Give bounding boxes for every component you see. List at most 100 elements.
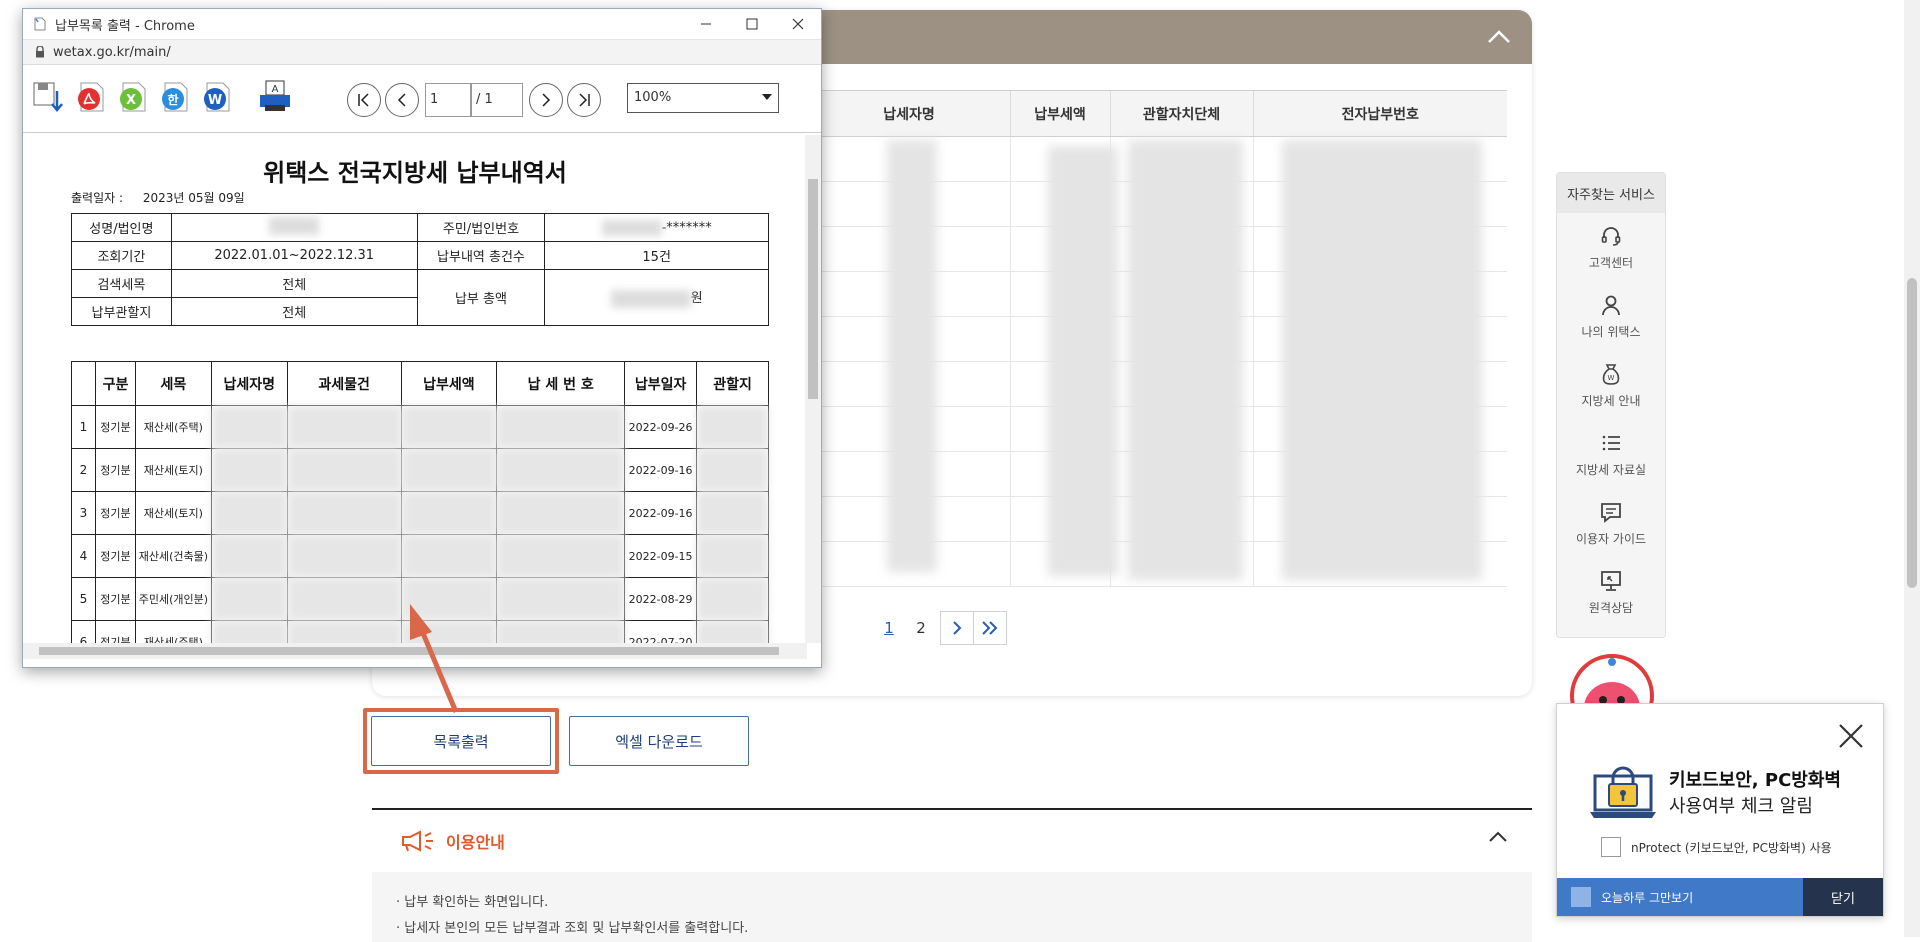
chevron-up-icon[interactable] — [1486, 24, 1512, 50]
first-page-button[interactable] — [347, 83, 381, 117]
row-type: 정기분 — [94, 448, 136, 492]
pagination: 1 2 — [876, 611, 1007, 645]
total-value-cell: 원 — [544, 269, 769, 326]
document-vertical-scrollbar[interactable] — [805, 135, 821, 643]
nprotect-notice-popup: 키보드보안, PC방화벽 사용여부 체크 알림 nProtect (키보드보안,… — [1556, 703, 1884, 917]
close-icon[interactable] — [1837, 722, 1865, 750]
svg-text:W: W — [208, 93, 222, 108]
dont-show-today-label: 오늘하루 그만보기 — [1601, 890, 1694, 905]
last-page-button[interactable] — [567, 83, 601, 117]
row-taxpayer — [210, 534, 288, 578]
row-tax: 재산세(주택) — [134, 405, 212, 449]
highlight-box: 목록출력 — [363, 708, 559, 774]
money-bag-icon: W — [1602, 364, 1620, 385]
page-1-link[interactable]: 1 — [876, 619, 902, 637]
nprotect-footer: 오늘하루 그만보기 닫기 — [1557, 878, 1883, 916]
close-icon — [792, 18, 804, 30]
excel-icon[interactable]: X — [115, 79, 151, 115]
document-horizontal-scrollbar[interactable] — [23, 643, 807, 659]
dont-show-today-button[interactable]: 오늘하루 그만보기 — [1557, 878, 1803, 916]
printer-icon[interactable]: A — [257, 79, 293, 115]
word-icon[interactable]: W — [199, 79, 235, 115]
th-no — [71, 361, 96, 406]
total-label: 납부 총액 — [416, 269, 546, 326]
page-scrollbar-thumb[interactable] — [1907, 278, 1917, 588]
th-tax-number: 납 세 번 호 — [496, 361, 626, 406]
row-no: 4 — [71, 534, 96, 578]
document-scrollbar-thumb[interactable] — [808, 179, 818, 399]
window-close-button[interactable] — [775, 9, 821, 39]
next-page-button[interactable] — [529, 83, 563, 117]
zoom-select[interactable]: 100% — [627, 83, 779, 113]
th-epay-number: 전자납부번호 — [1252, 90, 1507, 137]
quick-services-title: 자주찾는 서비스 — [1557, 173, 1665, 213]
detail-row: 2 정기분 재산세(토지) 2022-09-16 — [71, 448, 769, 492]
row-jurisdiction — [696, 491, 769, 535]
period-value: 2022.01.01~2022.12.31 — [170, 241, 418, 270]
quick-item-local-tax-library[interactable]: 지방세 자료실 — [1557, 420, 1665, 489]
quick-item-user-guide[interactable]: 이용자 가이드 — [1557, 489, 1665, 558]
hwp-icon[interactable]: 한 — [157, 79, 193, 115]
pdf-icon[interactable] — [73, 79, 109, 115]
redacted-total — [610, 289, 691, 308]
minimize-icon — [701, 23, 711, 25]
row-no: 3 — [71, 491, 96, 535]
quick-item-local-tax-guide[interactable]: W 지방세 안내 — [1557, 351, 1665, 420]
nprotect-checkbox[interactable] — [1601, 837, 1621, 857]
row-jurisdiction — [696, 534, 769, 578]
row-object — [286, 405, 402, 449]
double-chevron-right-icon — [982, 621, 998, 635]
save-download-icon[interactable] — [31, 79, 67, 115]
quick-item-customer-center[interactable]: 고객센터 — [1557, 213, 1665, 282]
detail-row: 6 정기분 재산세(주택) 2022-07-20 — [71, 620, 769, 643]
jurisdiction-value: 전체 — [170, 297, 418, 326]
list-icon — [1602, 435, 1620, 451]
quick-item-remote-support[interactable]: 원격상담 — [1557, 558, 1665, 627]
row-tax-number — [496, 491, 626, 535]
last-page-button[interactable] — [973, 611, 1007, 645]
last-page-icon — [579, 93, 590, 107]
dont-show-today-checkbox[interactable] — [1571, 887, 1591, 907]
row-amount — [400, 577, 498, 621]
usage-guide-section: 이용안내 · 납부 확인하는 화면입니다. · 납세자 본인의 모든 납부결과 … — [372, 808, 1532, 942]
next-page-button[interactable] — [940, 611, 974, 645]
print-date-label: 출력일자 : — [71, 191, 124, 205]
prev-page-button[interactable] — [385, 83, 419, 117]
nprotect-close-button[interactable]: 닫기 — [1803, 878, 1883, 916]
usage-guide-header[interactable]: 이용안내 — [372, 810, 1532, 872]
row-pay-date: 2022-09-16 — [624, 491, 698, 535]
document-hscrollbar-thumb[interactable] — [39, 647, 779, 655]
row-type: 정기분 — [94, 491, 136, 535]
row-amount — [400, 405, 498, 449]
quick-item-my-wetax[interactable]: 나의 위택스 — [1557, 282, 1665, 351]
row-taxpayer — [210, 405, 288, 449]
minimize-button[interactable] — [683, 9, 729, 39]
usage-guide-title: 이용안내 — [446, 833, 505, 852]
count-label: 납부내역 총건수 — [416, 241, 546, 270]
name-value — [170, 213, 418, 242]
row-pay-date: 2022-09-16 — [624, 448, 698, 492]
row-pay-date: 2022-08-29 — [624, 577, 698, 621]
page-scrollbar[interactable] — [1904, 0, 1920, 937]
megaphone-icon — [402, 830, 433, 852]
nprotect-checkbox-row[interactable]: nProtect (키보드보안, PC방화벽) 사용 — [1601, 837, 1832, 857]
page-2-link[interactable]: 2 — [908, 619, 934, 637]
row-tax-number — [496, 577, 626, 621]
window-titlebar: 납부목록 출력 - Chrome — [23, 9, 821, 39]
maximize-button[interactable] — [729, 9, 775, 39]
page-number-input[interactable]: 1 — [425, 83, 471, 117]
quick-item-label: 이용자 가이드 — [1575, 532, 1647, 546]
th-pay-date: 납부일자 — [624, 361, 698, 406]
address-bar[interactable]: wetax.go.kr/main/ — [23, 39, 821, 65]
nprotect-subtitle: 사용여부 체크 알림 — [1669, 796, 1813, 817]
print-list-button[interactable]: 목록출력 — [371, 716, 551, 766]
chat-icon — [1601, 503, 1621, 523]
excel-download-button[interactable]: 엑셀 다운로드 — [569, 716, 749, 766]
report-document: 위택스 전국지방세 납부내역서 출력일자 : 2023년 05월 09일 성명/… — [23, 135, 807, 643]
row-object — [286, 491, 402, 535]
row-amount — [400, 620, 498, 643]
chevron-up-icon[interactable] — [1488, 830, 1508, 844]
svg-text:W: W — [1608, 374, 1615, 382]
monitor-icon — [1601, 571, 1621, 591]
row-tax: 재산세(토지) — [134, 491, 212, 535]
